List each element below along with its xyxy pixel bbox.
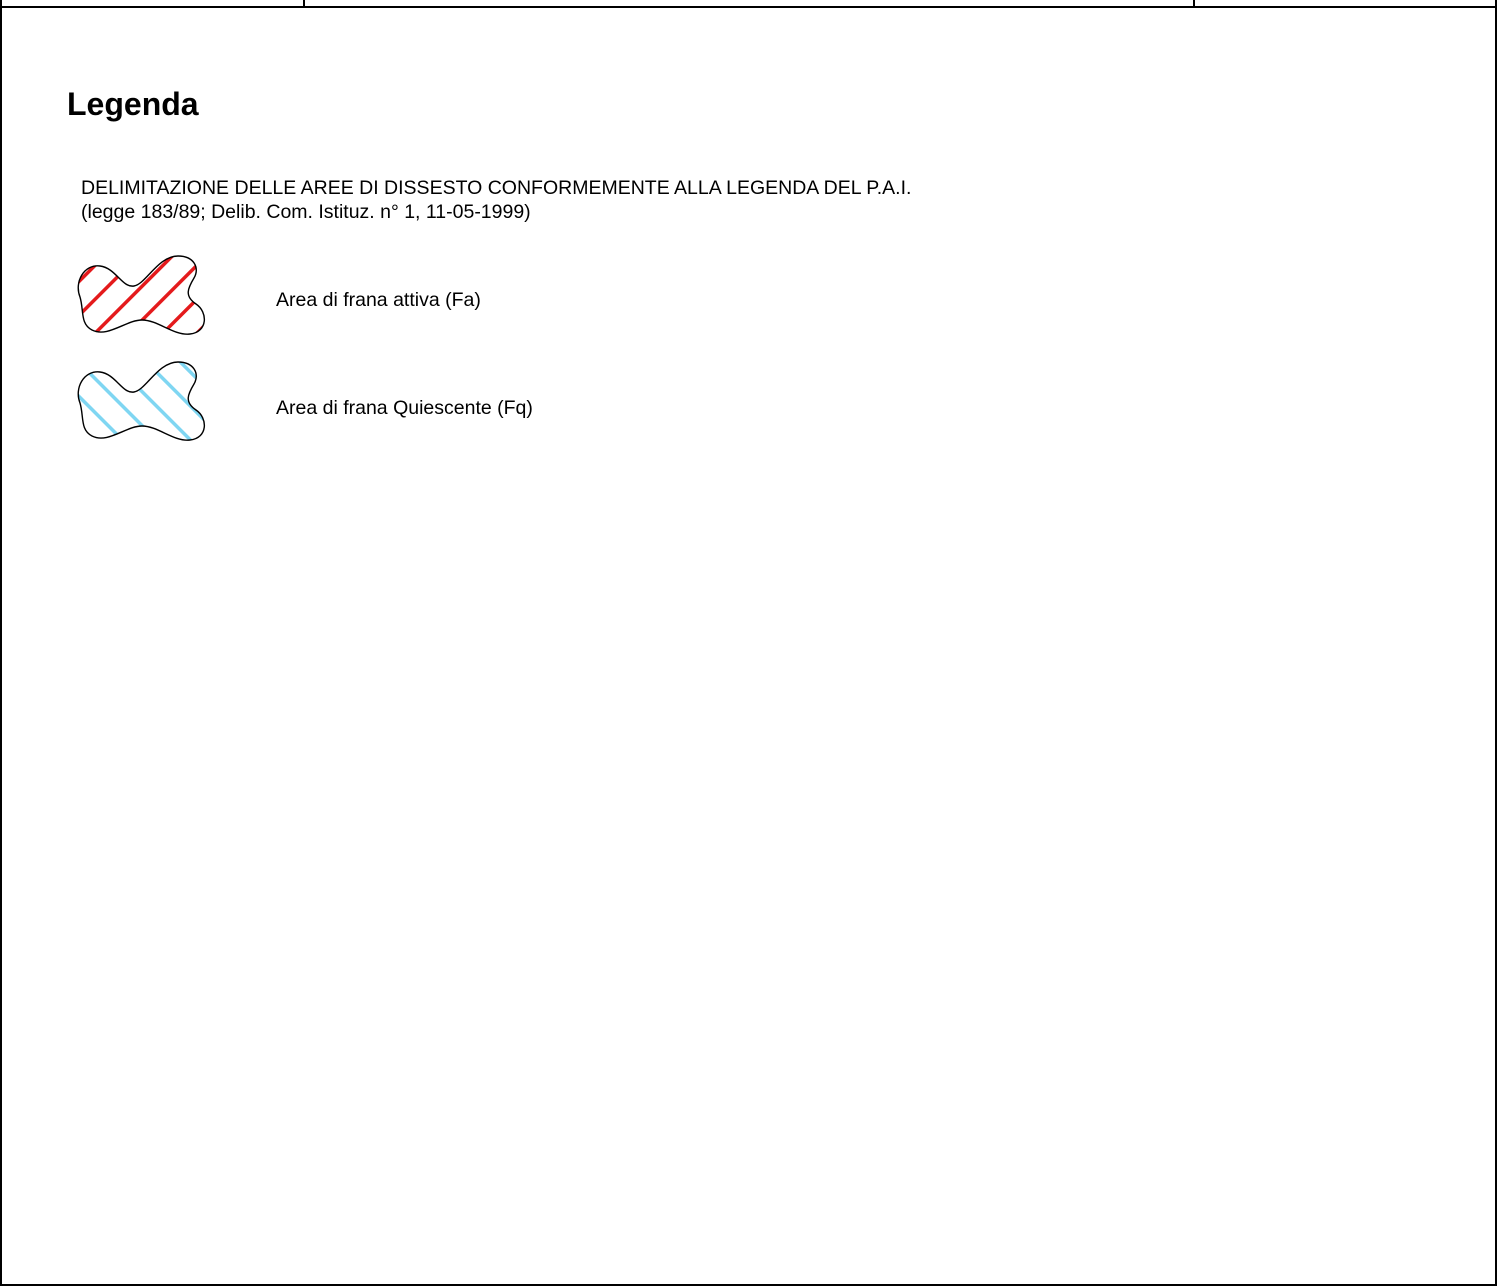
title-block-strip — [0, 0, 1497, 8]
legend-subtitle: DELIMITAZIONE DELLE AREE DI DISSESTO CON… — [81, 176, 911, 224]
red-hatched-landslide-area-icon — [77, 255, 205, 335]
title-block-divider — [303, 0, 305, 8]
legend-subtitle-line-2: (legge 183/89; Delib. Com. Istituz. n° 1… — [81, 201, 531, 223]
legend-item-quiescent-landslide: Area di frana Quiescente (Fq) — [72, 358, 872, 448]
legend-title: Legenda — [67, 86, 199, 122]
legend-item-label: Area di frana attiva (Fa) — [276, 289, 481, 311]
title-block-divider — [1193, 0, 1195, 8]
legend-item-label: Area di frana Quiescente (Fq) — [276, 397, 533, 419]
legend-item-active-landslide: Area di frana attiva (Fa) — [72, 252, 872, 342]
blue-hatched-landslide-area-icon — [77, 361, 205, 441]
legend-subtitle-line-1: DELIMITAZIONE DELLE AREE DI DISSESTO CON… — [81, 177, 912, 199]
